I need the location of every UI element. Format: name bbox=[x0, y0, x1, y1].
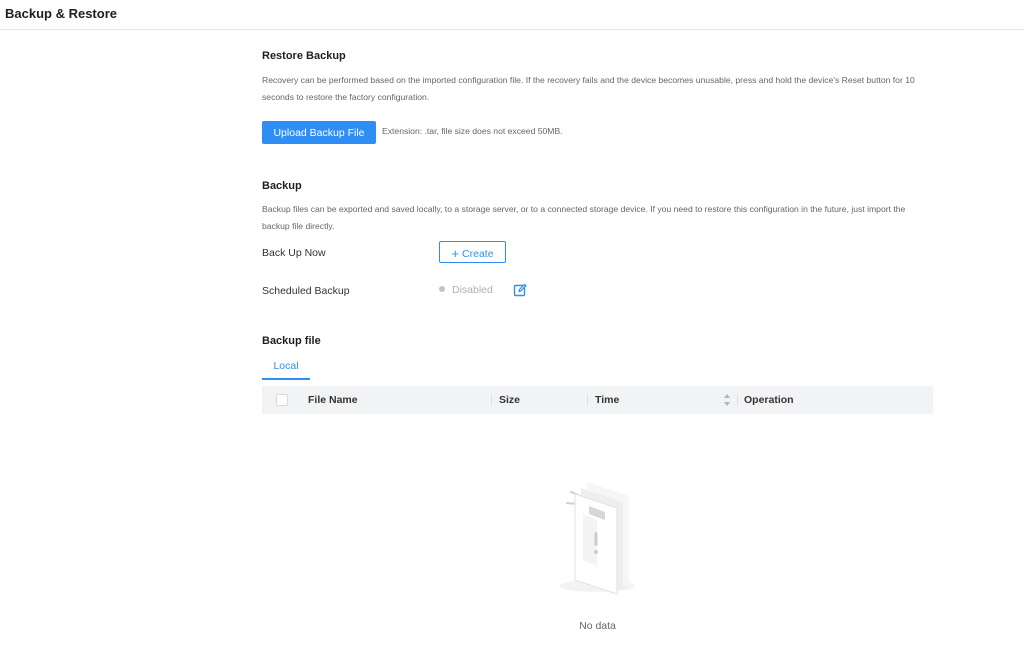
page-title: Backup & Restore bbox=[5, 6, 117, 21]
empty-document-illustration bbox=[559, 482, 635, 595]
backup-description: Backup files can be exported and saved l… bbox=[262, 204, 906, 231]
create-backup-button[interactable]: + Create bbox=[439, 241, 506, 263]
select-all-checkbox[interactable] bbox=[276, 394, 288, 406]
scheduled-backup-status: Disabled bbox=[439, 284, 493, 296]
scheduled-backup-label: Scheduled Backup bbox=[262, 285, 350, 297]
restore-section-title: Restore Backup bbox=[262, 50, 346, 62]
restore-description: Recovery can be performed based on the i… bbox=[262, 75, 915, 102]
column-header-operation[interactable]: Operation bbox=[744, 394, 794, 406]
sort-icon[interactable] bbox=[723, 393, 731, 407]
back-up-now-label: Back Up Now bbox=[262, 247, 326, 259]
upload-hint: Extension: .tar, file size does not exce… bbox=[382, 126, 563, 136]
page-header: Backup & Restore bbox=[0, 0, 1024, 30]
column-divider bbox=[587, 394, 588, 406]
create-button-label: Create bbox=[462, 247, 494, 260]
backup-section-title: Backup bbox=[262, 180, 302, 192]
scheduled-backup-status-text: Disabled bbox=[452, 284, 493, 296]
column-header-file-name[interactable]: File Name bbox=[308, 394, 358, 406]
status-dot-icon bbox=[439, 286, 445, 292]
upload-backup-file-button[interactable]: Upload Backup File bbox=[262, 121, 376, 144]
column-divider bbox=[491, 394, 492, 406]
empty-state-text: No data bbox=[579, 620, 616, 632]
table-header: File Name Size Time Operation bbox=[262, 386, 933, 414]
column-header-size[interactable]: Size bbox=[499, 394, 520, 406]
edit-icon[interactable] bbox=[513, 283, 527, 297]
plus-icon: + bbox=[451, 245, 460, 261]
column-divider bbox=[737, 394, 738, 406]
column-header-time[interactable]: Time bbox=[595, 394, 619, 406]
tab-local[interactable]: Local bbox=[262, 356, 310, 380]
backup-file-section-title: Backup file bbox=[262, 335, 321, 347]
